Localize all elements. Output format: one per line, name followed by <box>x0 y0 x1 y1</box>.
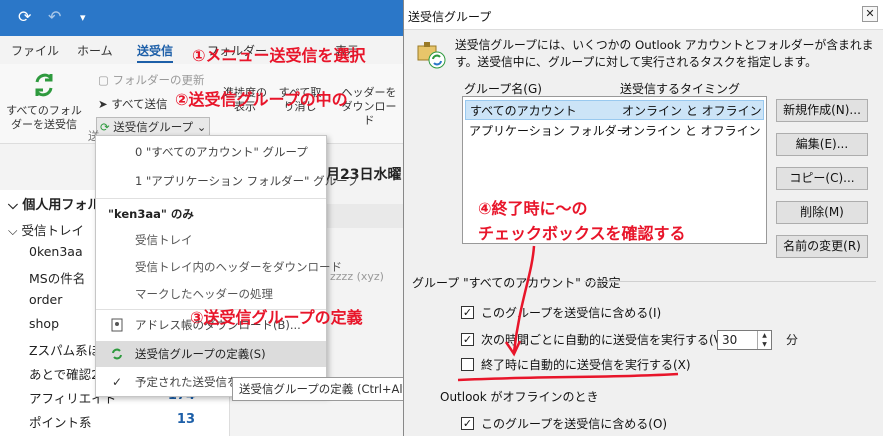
folder-item[interactable]: 0ken3aa <box>29 244 83 259</box>
menu-item-all-accounts-group[interactable]: 0 "すべてのアカウント" グループ <box>96 139 326 165</box>
include-offline-label: このグループを送受信に含める(O) <box>481 417 668 431</box>
tab-file[interactable]: ファイル <box>11 42 59 59</box>
chevron-down-icon: ⌄ <box>196 120 207 134</box>
folder-item[interactable]: Zスパム系ほ <box>29 340 100 359</box>
menu-header-account: "ken3aa" のみ <box>108 207 194 221</box>
include-offline-checkbox[interactable]: ✓ <box>461 417 474 430</box>
update-folder-label: フォルダーの更新 <box>112 73 205 87</box>
interval-unit: 分 <box>786 333 799 347</box>
annotation-step4-line2: チェックボックスを確認する <box>478 224 686 243</box>
group-icon: ⟳ <box>100 120 110 134</box>
dialog-titlebar: 送受信グループ ✕ <box>404 0 883 30</box>
unread-count: 13 <box>176 412 195 427</box>
copy-group-button[interactable]: コピー(C)... <box>776 167 868 190</box>
send-receive-groups-dialog: 送受信グループ ✕ 送受信グループには、いくつかの Outlook アカウントと… <box>403 0 883 436</box>
send-receive-all-label: すべてのフォルダーを送受信 <box>6 104 82 131</box>
include-group-label: このグループを送受信に含める(I) <box>481 306 662 320</box>
auto-interval-checkbox[interactable]: ✓ <box>461 333 474 346</box>
menu-item-app-folders-group[interactable]: 1 "アプリケーション フォルダー" グループ <box>96 168 358 194</box>
quick-access-toolbar: ⟳ ↶ ▾ <box>0 0 405 36</box>
send-receive-groups-icon <box>417 42 446 69</box>
close-icon[interactable]: ✕ <box>862 6 878 22</box>
check-icon: ✓ <box>112 375 123 389</box>
annotation-step1: ①メニュー送受信を選択 <box>192 46 366 65</box>
send-receive-icon <box>35 73 53 97</box>
group-row-all-accounts[interactable]: すべてのアカウント オンライン と オフライン <box>465 100 764 120</box>
dialog-title: 送受信グループ <box>408 10 492 24</box>
folder-item[interactable]: shop <box>29 316 59 331</box>
tab-home[interactable]: ホーム <box>77 42 113 59</box>
tab-send-receive[interactable]: 送受信 <box>137 42 174 63</box>
folder-item[interactable]: MSの件名 <box>29 268 85 287</box>
send-receive-all-button[interactable]: すべてのフォルダーを送受信 <box>6 70 82 132</box>
send-all-label: すべて送信 <box>111 97 168 111</box>
send-receive-groups-menu: 0 "すべてのアカウント" グループ 1 "アプリケーション フォルダー" グル… <box>95 135 358 397</box>
interval-value: 30 <box>722 333 738 347</box>
annotation-step3: ③送受信グループの定義 <box>190 308 363 327</box>
annotation-step2: ②送受信グループの中の <box>175 90 348 109</box>
annotation-step4-line1: ④終了時に～の <box>478 199 588 218</box>
define-groups-icon <box>112 348 122 360</box>
group-name: すべてのアカウント <box>470 104 577 118</box>
new-group-button[interactable]: 新規作成(N)... <box>776 99 868 122</box>
inbox-label: 受信トレイ <box>21 223 84 238</box>
personal-folders-header[interactable]: ⌵ 個人用フォル <box>8 194 100 213</box>
group-row-app-folders[interactable]: アプリケーション フォルダー オンライン と オフライン <box>465 121 764 141</box>
interval-stepper[interactable]: 30 ▲ ▼ <box>717 330 772 350</box>
menu-separator <box>96 198 326 199</box>
dialog-description: 送受信グループには、いくつかの Outlook アカウントとフォルダーが含まれま… <box>455 38 874 69</box>
auto-interval-label: 次の時間ごとに自動的に送受信を実行する(V) <box>481 333 727 347</box>
address-book-icon <box>111 318 123 332</box>
personal-folders-label: 個人用フォル <box>22 198 101 213</box>
folder-item[interactable]: order <box>29 292 62 307</box>
customize-icon[interactable]: ▾ <box>80 11 86 24</box>
edit-group-button[interactable]: 編集(E)... <box>776 133 868 156</box>
menu-item-inbox[interactable]: 受信トレイ <box>96 227 326 253</box>
menu-item-define-groups[interactable]: 送受信グループの定義(S) <box>96 341 326 367</box>
group-timing: オンライン と オフライン <box>621 124 761 138</box>
sync-icon[interactable]: ⟳ <box>18 7 31 26</box>
menu-item-label: 送受信グループの定義(S) <box>135 347 266 361</box>
download-headers-label: ヘッダーをダウンロード <box>341 86 397 127</box>
rename-group-button[interactable]: 名前の変更(R) <box>776 235 868 258</box>
tooltip: 送受信グループの定義 (Ctrl+Alt <box>232 377 405 401</box>
menu-item-label: 予定された送受信を <box>135 375 239 389</box>
folder-item[interactable]: ポイント系 <box>29 412 92 431</box>
stepper-down-icon[interactable]: ▼ <box>757 340 771 349</box>
group-timing: オンライン と オフライン <box>622 104 762 118</box>
column-header-timing: 送受信するタイミング <box>620 82 741 96</box>
menu-item-download-inbox-headers[interactable]: 受信トレイ内のヘッダーをダウンロード <box>96 254 342 280</box>
folder-inbox[interactable]: ⌵ 受信トレイ <box>8 220 84 239</box>
on-exit-label: 終了時に自動的に送受信を実行する(X) <box>481 358 691 372</box>
send-icon: ➤ <box>98 97 108 111</box>
include-group-checkbox[interactable]: ✓ <box>461 306 474 319</box>
offline-header: Outlook がオフラインのとき <box>440 390 599 404</box>
group-name: アプリケーション フォルダー <box>469 124 629 138</box>
column-header-group-name: グループ名(G) <box>464 82 542 96</box>
group-settings-header: グループ "すべてのアカウント" の設定 <box>412 276 621 290</box>
stepper-up-icon[interactable]: ▲ <box>757 331 771 340</box>
delete-group-button[interactable]: 削除(M) <box>776 201 868 224</box>
send-receive-groups-button[interactable]: ⟳ 送受信グループ ⌄ <box>96 117 211 137</box>
undo-icon[interactable]: ↶ <box>48 7 61 26</box>
section-divider <box>584 281 876 282</box>
send-receive-groups-label: 送受信グループ <box>113 120 194 134</box>
send-all-button[interactable]: ➤ すべて送信 <box>98 96 168 112</box>
on-exit-checkbox[interactable] <box>461 358 474 371</box>
